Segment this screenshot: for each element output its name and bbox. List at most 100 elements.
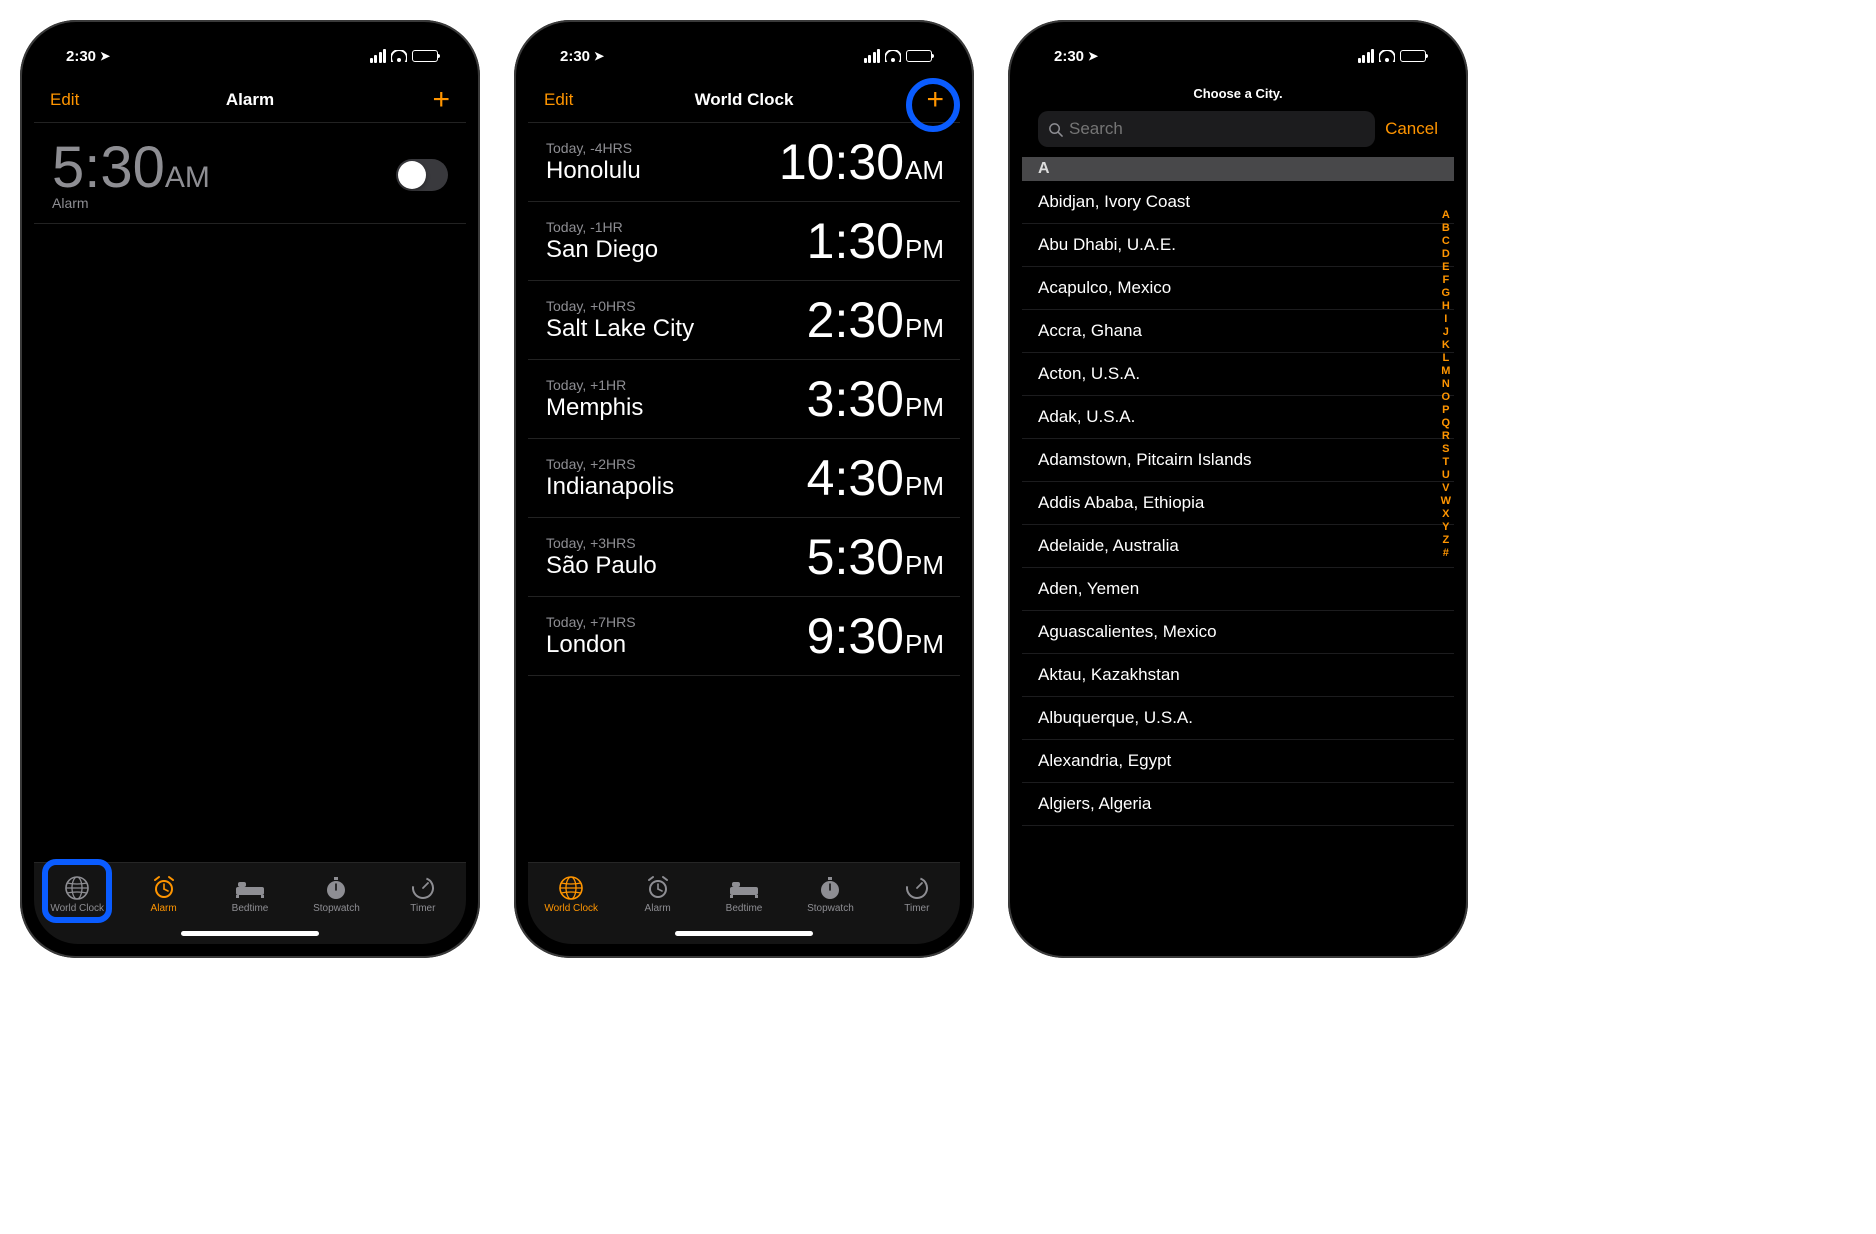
- index-letter[interactable]: O: [1441, 391, 1451, 403]
- cancel-button[interactable]: Cancel: [1385, 119, 1438, 139]
- search-field[interactable]: [1038, 111, 1375, 147]
- tab-label: Timer: [904, 903, 929, 914]
- index-letter[interactable]: T: [1441, 456, 1451, 468]
- city-row[interactable]: Albuquerque, U.S.A.: [1022, 697, 1454, 740]
- stopwatch-icon: [323, 875, 349, 901]
- city-row[interactable]: Accra, Ghana: [1022, 310, 1454, 353]
- index-letter[interactable]: B: [1441, 222, 1451, 234]
- world-clock-row[interactable]: Today, -1HRSan Diego1:30PM: [528, 201, 960, 280]
- index-letter[interactable]: R: [1441, 430, 1451, 442]
- index-letter[interactable]: N: [1441, 378, 1451, 390]
- tab-stopwatch[interactable]: Stopwatch: [787, 863, 873, 926]
- alarm-toggle[interactable]: [396, 159, 448, 191]
- cellular-icon: [864, 49, 881, 63]
- index-letter[interactable]: S: [1441, 443, 1451, 455]
- tab-bedtime[interactable]: Bedtime: [701, 863, 787, 926]
- index-letter[interactable]: Q: [1441, 417, 1451, 429]
- tab-alarm[interactable]: Alarm: [614, 863, 700, 926]
- add-button[interactable]: +: [926, 90, 944, 110]
- index-letter[interactable]: I: [1441, 313, 1451, 325]
- bedtime-icon: [729, 875, 759, 901]
- city-row[interactable]: Adak, U.S.A.: [1022, 396, 1454, 439]
- tab-label: Alarm: [645, 903, 671, 914]
- tab-stopwatch[interactable]: Stopwatch: [293, 863, 379, 926]
- tab-label: Timer: [410, 903, 435, 914]
- index-letter[interactable]: V: [1441, 482, 1451, 494]
- tab-world-clock[interactable]: World Clock: [34, 863, 120, 926]
- index-letter[interactable]: K: [1441, 339, 1451, 351]
- city-row[interactable]: Adelaide, Australia: [1022, 525, 1454, 568]
- notch: [145, 34, 355, 64]
- index-letter[interactable]: M: [1441, 365, 1451, 377]
- clock-city: São Paulo: [546, 552, 657, 580]
- tab-bedtime[interactable]: Bedtime: [207, 863, 293, 926]
- tab-timer[interactable]: Timer: [874, 863, 960, 926]
- index-letter[interactable]: J: [1441, 326, 1451, 338]
- world-clock-row[interactable]: Today, -4HRSHonolulu10:30AM: [528, 122, 960, 201]
- status-time: 2:30: [66, 48, 96, 65]
- index-letter[interactable]: P: [1441, 404, 1451, 416]
- world-clock-row[interactable]: Today, +3HRSSão Paulo5:30PM: [528, 517, 960, 596]
- search-input[interactable]: [1069, 119, 1365, 139]
- index-letter[interactable]: Z: [1441, 534, 1451, 546]
- index-letter[interactable]: U: [1441, 469, 1451, 481]
- index-letter[interactable]: Y: [1441, 521, 1451, 533]
- city-row[interactable]: Aguascalientes, Mexico: [1022, 611, 1454, 654]
- tab-alarm[interactable]: Alarm: [120, 863, 206, 926]
- index-letter[interactable]: W: [1441, 495, 1451, 507]
- alarm-time: 5:30: [52, 135, 165, 200]
- index-letter[interactable]: E: [1441, 261, 1451, 273]
- city-row[interactable]: Aden, Yemen: [1022, 568, 1454, 611]
- city-row[interactable]: Alexandria, Egypt: [1022, 740, 1454, 783]
- index-letter[interactable]: L: [1441, 352, 1451, 364]
- clock-ampm: AM: [905, 155, 944, 186]
- city-row[interactable]: Abu Dhabi, U.A.E.: [1022, 224, 1454, 267]
- clock-city: Honolulu: [546, 157, 641, 185]
- clock-time: 5:30PM: [807, 528, 944, 586]
- index-letter[interactable]: A: [1441, 209, 1451, 221]
- world-clock-row[interactable]: Today, +1HRMemphis3:30PM: [528, 359, 960, 438]
- city-row[interactable]: Adamstown, Pitcairn Islands: [1022, 439, 1454, 482]
- edit-button[interactable]: Edit: [50, 90, 79, 110]
- add-button[interactable]: +: [432, 90, 450, 110]
- city-row[interactable]: Algiers, Algeria: [1022, 783, 1454, 826]
- tab-world-clock[interactable]: World Clock: [528, 863, 614, 926]
- clock-city: Indianapolis: [546, 473, 674, 501]
- location-icon: ➤: [594, 49, 604, 63]
- clock-ampm: PM: [905, 234, 944, 265]
- location-icon: ➤: [1088, 49, 1098, 63]
- city-row[interactable]: Acton, U.S.A.: [1022, 353, 1454, 396]
- world-clock-row[interactable]: Today, +2HRSIndianapolis 4:30PM: [528, 438, 960, 517]
- index-letter[interactable]: F: [1441, 274, 1451, 286]
- index-letter[interactable]: G: [1441, 287, 1451, 299]
- home-indicator[interactable]: [181, 931, 319, 936]
- clock-time: 2:30PM: [807, 291, 944, 349]
- index-letter[interactable]: X: [1441, 508, 1451, 520]
- wifi-icon: [885, 50, 901, 62]
- city-row[interactable]: Acapulco, Mexico: [1022, 267, 1454, 310]
- alarm-row[interactable]: 5:30AM Alarm: [34, 122, 466, 224]
- timer-icon: [904, 875, 930, 901]
- city-row[interactable]: Aktau, Kazakhstan: [1022, 654, 1454, 697]
- clock-time: 4:30PM: [807, 449, 944, 507]
- clock-time: 1:30PM: [807, 212, 944, 270]
- tab-label: Stopwatch: [807, 903, 854, 914]
- city-row[interactable]: Abidjan, Ivory Coast: [1022, 181, 1454, 224]
- clock-offset: Today, +2HRS: [546, 456, 674, 472]
- city-row[interactable]: Addis Ababa, Ethiopia: [1022, 482, 1454, 525]
- world-clock-row[interactable]: Today, +7HRSLondon9:30PM: [528, 596, 960, 676]
- clock-ampm: PM: [905, 629, 944, 660]
- location-icon: ➤: [100, 49, 110, 63]
- wifi-icon: [391, 50, 407, 62]
- tab-label: Stopwatch: [313, 903, 360, 914]
- index-letter[interactable]: H: [1441, 300, 1451, 312]
- index-letter[interactable]: #: [1441, 547, 1451, 559]
- index-letter[interactable]: D: [1441, 248, 1451, 260]
- alphabet-index[interactable]: ABCDEFGHIJKLMNOPQRSTUVWXYZ#: [1441, 209, 1451, 559]
- tab-timer[interactable]: Timer: [380, 863, 466, 926]
- edit-button[interactable]: Edit: [544, 90, 573, 110]
- world-clock-row[interactable]: Today, +0HRSSalt Lake City2:30PM: [528, 280, 960, 359]
- clock-offset: Today, -1HR: [546, 219, 658, 235]
- home-indicator[interactable]: [675, 931, 813, 936]
- index-letter[interactable]: C: [1441, 235, 1451, 247]
